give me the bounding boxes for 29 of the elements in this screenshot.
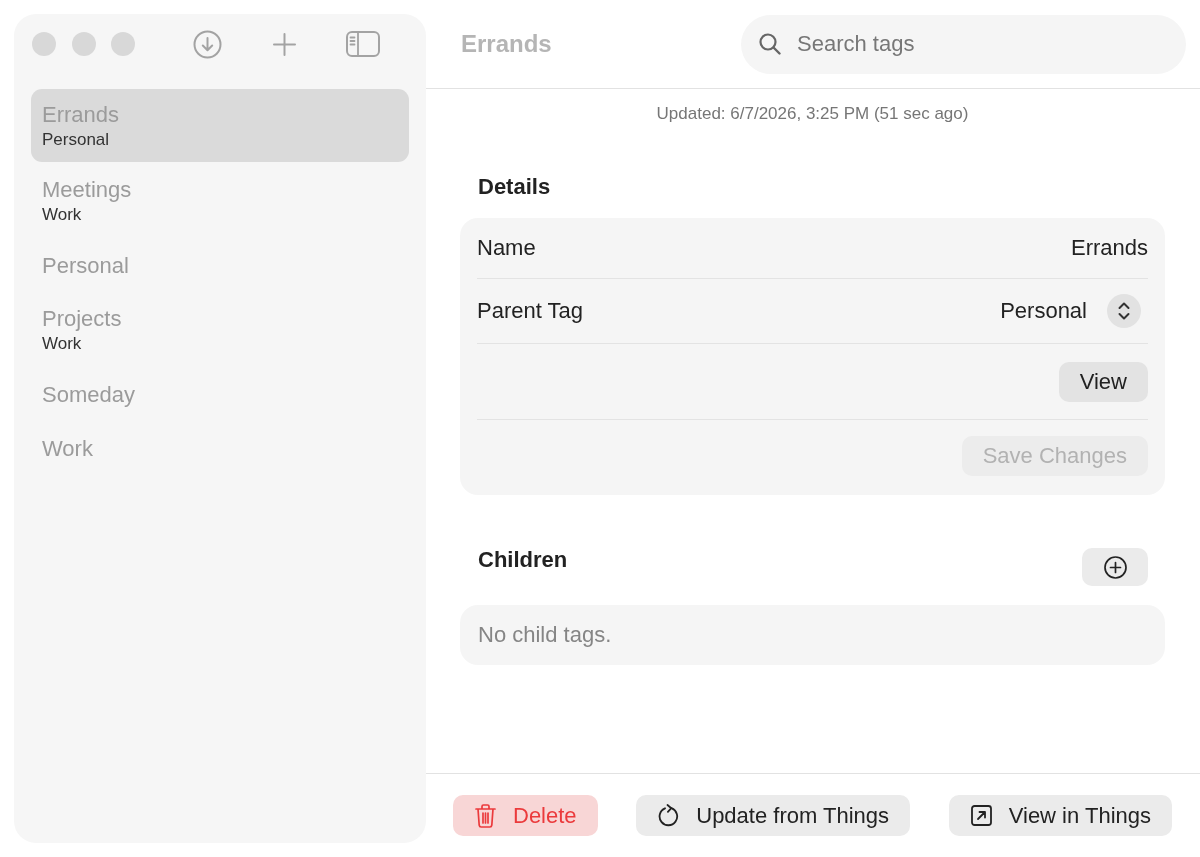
add-child-button[interactable] xyxy=(1082,548,1148,586)
section-heading: Children xyxy=(478,548,568,572)
open-button[interactable]: View in Things xyxy=(948,795,1172,836)
sidebar-toggle-icon[interactable] xyxy=(346,31,380,57)
page-title: Errands xyxy=(461,30,552,58)
refresh-button[interactable]: Update from Things xyxy=(636,795,911,836)
sidebar-item[interactable]: Meetings Work xyxy=(31,164,409,237)
search-field[interactable]: Search tags xyxy=(741,14,1186,74)
trash-icon xyxy=(475,803,496,828)
window-zoom-button[interactable] xyxy=(111,32,135,56)
refresh-icon xyxy=(658,804,680,827)
sidebar-item[interactable]: Errands Personal xyxy=(31,89,409,162)
plus-icon[interactable] xyxy=(273,32,296,56)
chevron-up-down-icon xyxy=(1107,294,1141,328)
parent-tag-picker[interactable]: Personal xyxy=(1000,294,1141,328)
updated-timestamp: Updated: 6/7/2026, 3:25 PM (51 sec ago) xyxy=(656,104,969,124)
download-icon[interactable] xyxy=(193,29,222,59)
search-icon xyxy=(759,32,781,55)
field-value: Errands xyxy=(1070,235,1148,261)
field-label: Name xyxy=(477,235,536,261)
window-close-button[interactable] xyxy=(32,32,56,56)
window-minimize-button[interactable] xyxy=(71,32,96,56)
open-external-icon xyxy=(970,805,992,826)
field-label: Parent Tag xyxy=(477,298,583,324)
section-heading: Details xyxy=(478,175,551,199)
action-button[interactable]: View xyxy=(1058,361,1148,402)
plus-circle-icon xyxy=(1103,555,1127,579)
sidebar-item[interactable]: Projects Work xyxy=(31,293,409,366)
empty-message: No child tags. xyxy=(478,622,612,648)
